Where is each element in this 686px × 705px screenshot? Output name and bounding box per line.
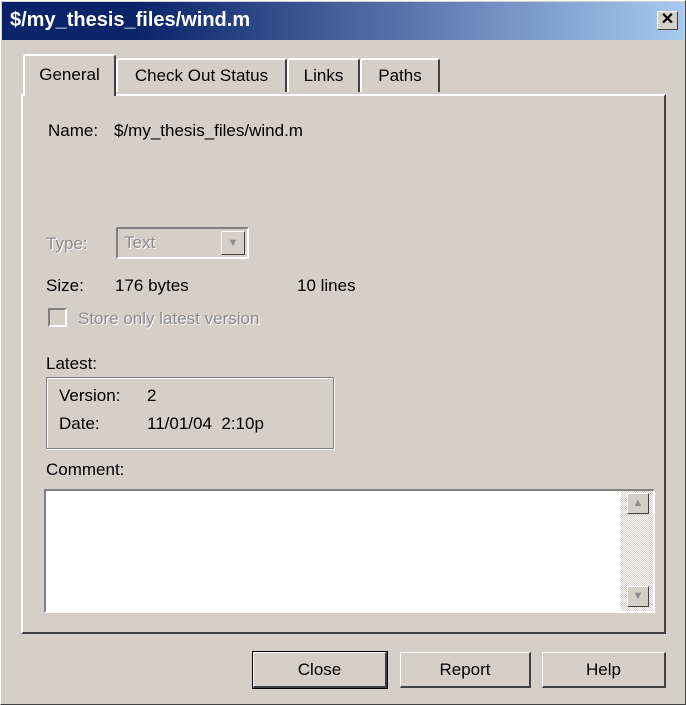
size-bytes: 176 bytes [115, 276, 189, 295]
type-label: Type: [46, 234, 88, 253]
comment-label: Comment: [46, 460, 125, 479]
chevron-down-icon[interactable]: ▼ [221, 231, 245, 255]
help-button[interactable]: Help [542, 652, 666, 688]
latest-label: Latest: [46, 354, 98, 373]
type-select[interactable]: Text ▼ [116, 227, 249, 259]
name-label: Name: [48, 121, 99, 140]
close-button[interactable]: Close [252, 651, 388, 689]
date-label: Date: [59, 414, 100, 433]
store-latest-checkbox[interactable] [48, 308, 67, 327]
close-window-button[interactable]: ✕ [657, 11, 678, 30]
comment-scrollbar[interactable]: ▲ ▼ [621, 491, 653, 611]
type-select-value: Text [124, 233, 156, 252]
report-button[interactable]: Report [400, 652, 531, 688]
close-icon: ✕ [660, 11, 675, 28]
scroll-up-icon[interactable]: ▲ [627, 493, 649, 514]
size-lines: 10 lines [297, 276, 356, 295]
version-value: 2 [147, 386, 157, 405]
store-latest-label: Store only latest version [78, 309, 260, 328]
tab-links[interactable]: Links [287, 58, 360, 92]
tab-paths[interactable]: Paths [360, 58, 440, 92]
version-label: Version: [59, 386, 121, 405]
date-value: 11/01/04 2:10p [147, 414, 264, 433]
size-label: Size: [46, 276, 84, 295]
tab-check-out-status[interactable]: Check Out Status [116, 58, 287, 92]
tab-general[interactable]: General [23, 54, 116, 96]
comment-textarea[interactable]: ▲ ▼ [44, 489, 655, 613]
window-title: $/my_thesis_files/wind.m [10, 9, 251, 31]
title-bar[interactable]: $/my_thesis_files/wind.m ✕ [2, 2, 684, 40]
scroll-down-icon[interactable]: ▼ [627, 586, 649, 607]
name-value: $/my_thesis_files/wind.m [114, 121, 303, 140]
